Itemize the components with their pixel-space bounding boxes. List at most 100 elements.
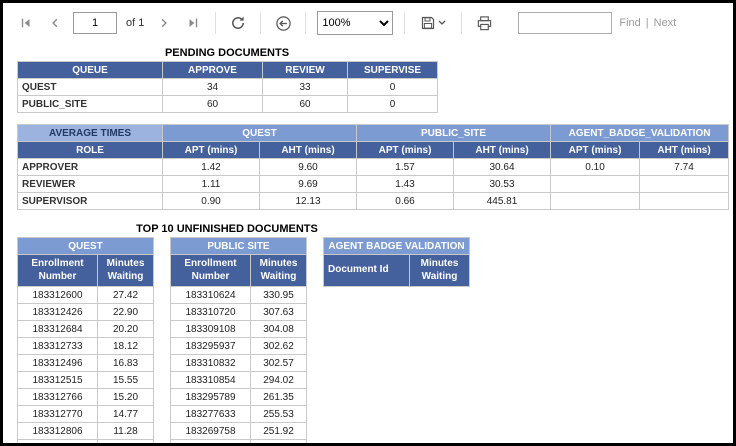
find-input[interactable] [518, 12, 613, 34]
report-body: PENDING DOCUMENTS QUEUE APPROVE REVIEW S… [3, 43, 733, 443]
table-cell: 1.42 [162, 158, 260, 176]
table-cell: 183310624 [170, 286, 251, 304]
average-times-title: AVERAGE TIMES [17, 124, 163, 142]
table-cell: 243.50 [250, 439, 307, 443]
table-cell: APPROVER [17, 158, 163, 176]
table-cell: 255.53 [250, 405, 307, 423]
table-cell: 14.77 [97, 405, 154, 423]
next-link[interactable]: Next [654, 17, 677, 29]
table-row: 183269758 251.92 [170, 422, 307, 440]
next-page-icon [158, 17, 170, 29]
table-row: QUEST 34 33 0 [17, 78, 438, 96]
table-cell: 16.83 [97, 354, 154, 372]
table-cell: 251.92 [250, 422, 307, 440]
find-link[interactable]: Find [619, 17, 640, 29]
previous-page-button[interactable] [44, 12, 66, 34]
table-row: 183312733 18.12 [17, 337, 154, 355]
table-row: SUPERVISOR 0.90 12.13 0.66 445.81 [17, 192, 730, 210]
table-cell: REVIEWER [17, 175, 163, 193]
table-row: 183275035243.50 [170, 439, 307, 443]
table-cell: 7.74 [639, 158, 730, 176]
table-cell: 302.57 [250, 354, 307, 372]
table-cell: 183310720 [170, 303, 251, 321]
column-header: APT (mins) [550, 141, 641, 159]
table-cell: QUEST [17, 78, 163, 96]
table-cell: 183312426 [17, 303, 98, 321]
table-cell: 183295937 [170, 337, 251, 355]
table-cell: 261.35 [250, 388, 307, 406]
table-cell: 183269758 [170, 422, 251, 440]
report-toolbar: of 1 100% [3, 3, 733, 43]
refresh-icon [230, 15, 246, 31]
table-cell: 445.81 [453, 192, 552, 210]
toolbar-separator [404, 12, 406, 34]
table-cell: 0.66 [356, 192, 455, 210]
page-number-input[interactable] [73, 12, 117, 34]
table-row: PUBLIC_SITE 60 60 0 [17, 95, 438, 113]
table-cell: 183312515 [17, 371, 98, 389]
previous-page-icon [49, 17, 61, 29]
table-cell: 183310854 [170, 371, 251, 389]
table-cell: 330.95 [250, 286, 307, 304]
table-row: 183312600 27.42 [17, 286, 154, 304]
column-header: REVIEW [262, 61, 348, 79]
table-cell: 33 [262, 78, 348, 96]
page-count-label: of 1 [126, 17, 145, 29]
table-cell: 15.55 [97, 371, 154, 389]
column-header: Minutes Waiting [250, 254, 307, 287]
group-header: PUBLIC_SITE [356, 124, 552, 142]
table-cell: 307.63 [250, 303, 307, 321]
table-cell: 0.90 [162, 192, 260, 210]
average-times-column-row: ROLE APT (mins) AHT (mins) APT (mins) AH… [17, 141, 730, 159]
table-cell [639, 192, 730, 210]
table-cell: 183312806 [17, 422, 98, 440]
table-cell: 1.11 [162, 175, 260, 193]
top10-section: TOP 10 UNFINISHED DOCUMENTS QUEST Enroll… [17, 223, 733, 443]
table-row: 183295789 261.35 [170, 388, 307, 406]
table-row: 183309108 304.08 [170, 320, 307, 338]
column-header: APT (mins) [162, 141, 260, 159]
group-header: QUEST [161, 124, 358, 142]
table-row: APPROVER 1.42 9.60 1.57 30.64 0.10 7.74 [17, 158, 730, 176]
table-row: 183310624 330.95 [170, 286, 307, 304]
table-cell: 183277633 [170, 405, 251, 423]
pending-documents-title: PENDING DOCUMENTS [164, 47, 290, 59]
table-cell: 183310832 [170, 354, 251, 372]
table-row: 183310854 294.02 [170, 371, 307, 389]
table-row: 183312496 16.83 [17, 354, 154, 372]
print-button[interactable] [473, 12, 495, 34]
pending-documents-table: QUEUE APPROVE REVIEW SUPERVISE QUEST 34 33… [17, 61, 438, 113]
top10-quest-table: QUEST Enrollment Number Minutes Waiting … [17, 237, 154, 443]
column-header: APPROVE [162, 61, 263, 79]
refresh-button[interactable] [227, 12, 249, 34]
table-row: 183277633 255.53 [170, 405, 307, 423]
zoom-select[interactable]: 100% [317, 11, 394, 35]
column-header: Enrollment Number [17, 254, 98, 287]
table-cell: 9.60 [258, 158, 358, 176]
first-page-button[interactable] [15, 12, 37, 34]
table-cell: 9.69 [258, 175, 358, 193]
column-header-row: Document Id Minutes Waiting [323, 254, 470, 287]
group-header: QUEST [17, 237, 154, 255]
last-page-button[interactable] [182, 12, 204, 34]
table-cell: 12.13 [258, 192, 358, 210]
column-header-row: Enrollment Number Minutes Waiting [170, 254, 307, 287]
export-button[interactable] [416, 12, 450, 34]
report-viewer: of 1 100% [0, 0, 736, 446]
column-header: AHT (mins) [639, 141, 730, 159]
find-next-links: Find | Next [619, 17, 676, 29]
next-page-button[interactable] [153, 12, 175, 34]
table-cell: 183312766 [17, 388, 98, 406]
column-header: SUPERVISE [347, 61, 438, 79]
table-cell: 183295789 [170, 388, 251, 406]
table-cell: 1.57 [356, 158, 455, 176]
table-row: 1833128098.67 [17, 439, 154, 443]
table-row: 183295937 302.62 [170, 337, 307, 355]
table-cell: 11.28 [97, 422, 154, 440]
table-name-row: PUBLIC SITE [170, 237, 307, 255]
table-cell: 22.90 [97, 303, 154, 321]
table-cell: 60 [162, 95, 263, 113]
back-to-parent-button[interactable] [272, 12, 294, 34]
column-header: AHT (mins) [258, 141, 358, 159]
top10-title: TOP 10 UNFINISHED DOCUMENTS [136, 223, 318, 235]
